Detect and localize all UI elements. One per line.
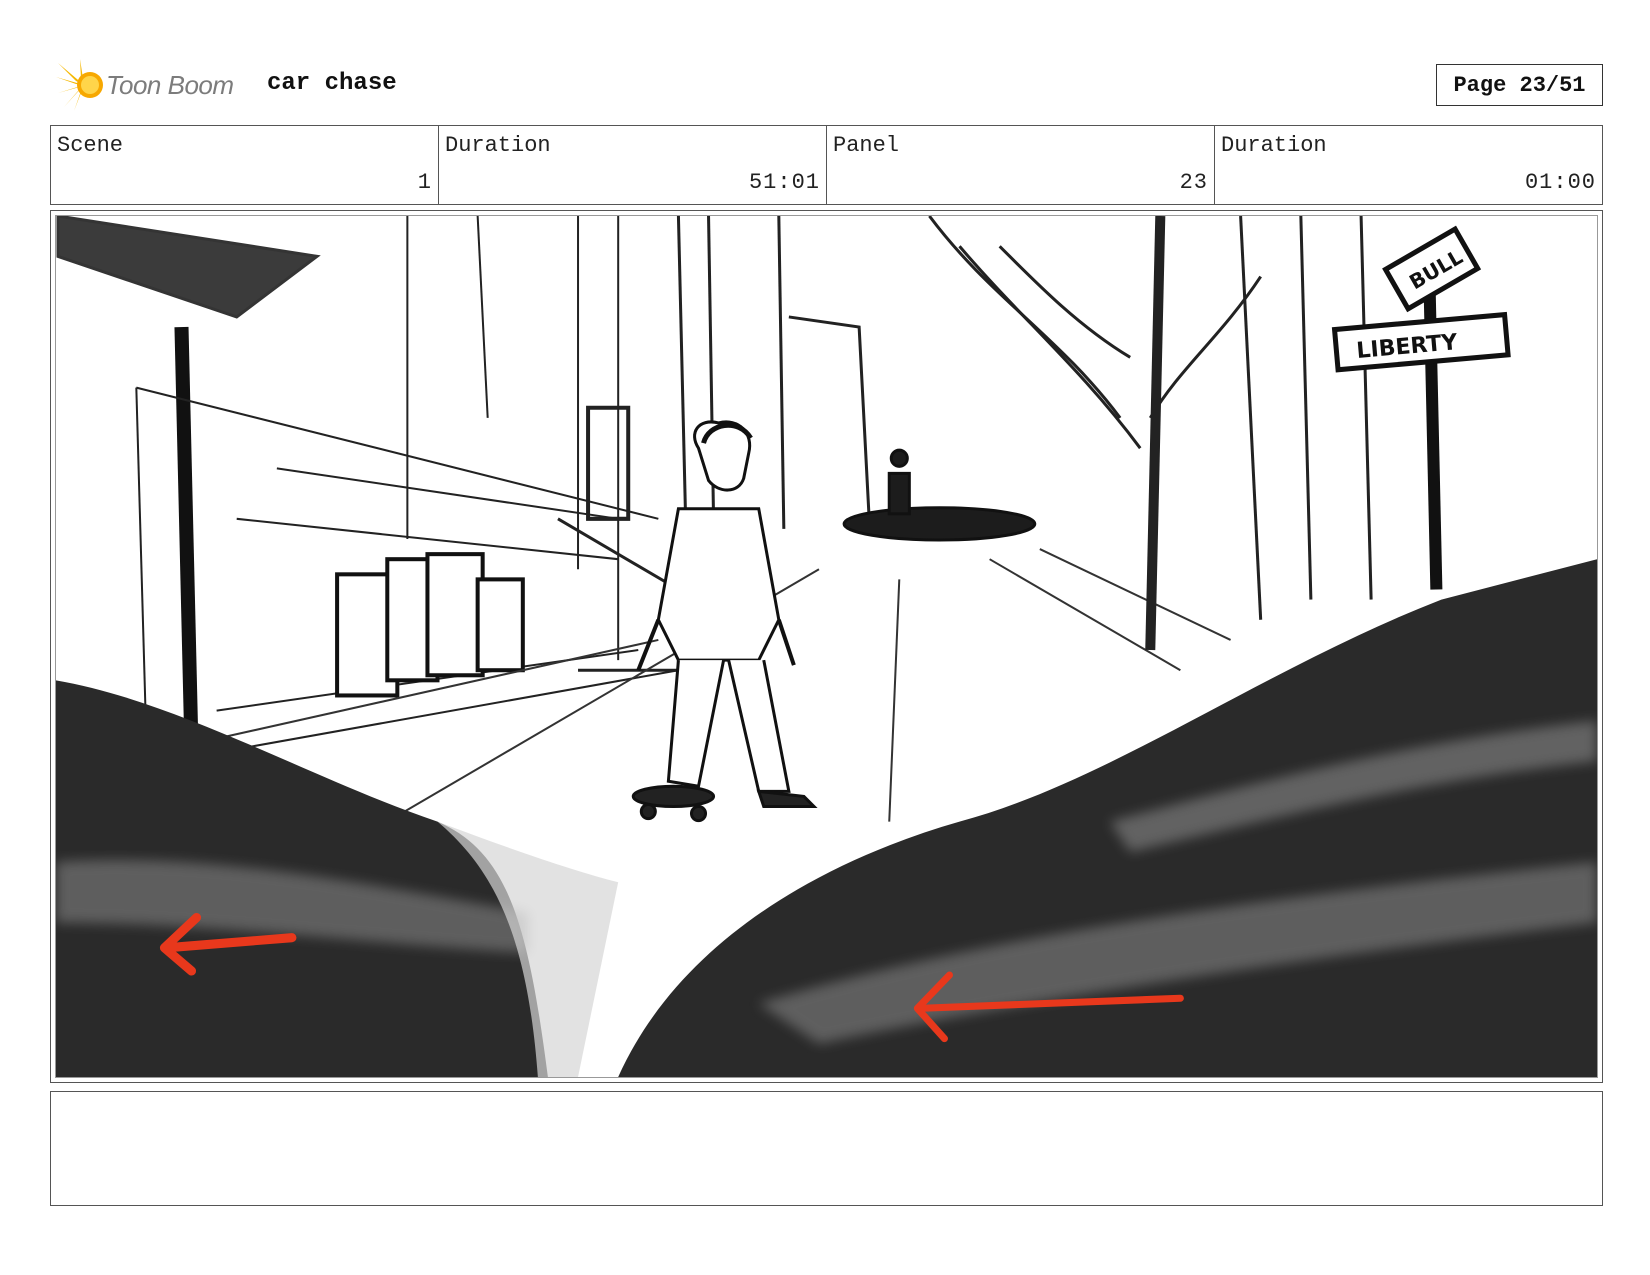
panel-label: Panel xyxy=(833,133,900,158)
panel-duration-cell: Duration 01:00 xyxy=(1215,126,1602,204)
page-number: Page 23/51 xyxy=(1436,64,1603,106)
toon-boom-logo: Toon Boom xyxy=(54,55,254,115)
panel-value: 23 xyxy=(1179,170,1208,195)
panel-duration-value: 01:00 xyxy=(1524,170,1596,195)
project-title: car chase xyxy=(267,70,397,97)
scene-duration-cell: Duration 51:01 xyxy=(439,126,827,204)
panel-info-row: Scene 1 Duration 51:01 Panel 23 Duration… xyxy=(50,125,1603,205)
scene-value: 1 xyxy=(417,170,432,195)
scene-duration-label: Duration xyxy=(445,133,551,158)
logo-burst-icon xyxy=(56,59,103,111)
panel-notes-box xyxy=(50,1091,1603,1206)
panel-duration-label: Duration xyxy=(1221,133,1327,158)
scene-label: Scene xyxy=(57,133,124,158)
scene-cell: Scene 1 xyxy=(51,126,439,204)
panel-cell: Panel 23 xyxy=(827,126,1215,204)
storyboard-panel-frame: LIBERTY BULL xyxy=(50,210,1603,1083)
street-sketch-illustration: LIBERTY BULL xyxy=(56,216,1597,1077)
scene-duration-value: 51:01 xyxy=(748,170,820,195)
logo-text: Toon Boom xyxy=(106,69,234,100)
storyboard-drawing: LIBERTY BULL xyxy=(55,215,1598,1078)
page-header: Toon Boom car chase Page 23/51 xyxy=(50,55,1603,115)
